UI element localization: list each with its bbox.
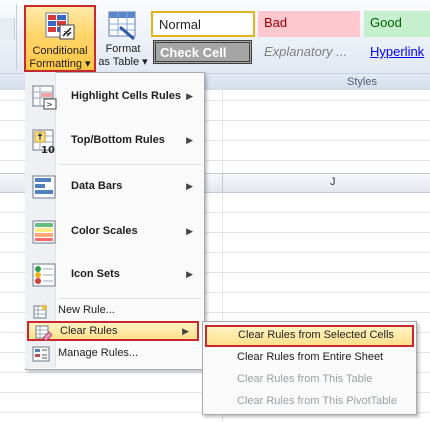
style-explanatory[interactable]: Explanatory ... [258, 40, 360, 66]
chevron-right-icon: ▶ [186, 181, 193, 191]
menu-item-label: New Rule... [58, 304, 115, 316]
chevron-right-icon: ▶ [186, 226, 193, 236]
chevron-right-icon: ▶ [186, 91, 193, 101]
data-bars-icon [31, 174, 57, 200]
chevron-right-icon: ▶ [186, 135, 193, 145]
format-as-table-label: Format as Table ▾ [98, 43, 148, 68]
conditional-formatting-label: Conditional Formatting ▾ [29, 45, 91, 70]
highlight-cells-icon: > [31, 84, 57, 110]
menu-item-clear-rules[interactable]: Clear Rules ▶ [27, 321, 199, 342]
menu-item-color-scales[interactable]: Color Scales ▶ [25, 217, 203, 247]
partial-control[interactable] [0, 18, 15, 40]
menu-item-new-rule[interactable]: New Rule... [25, 301, 203, 321]
submenu-item-clear-selected-cells[interactable]: Clear Rules from Selected Cells [205, 325, 414, 347]
column-divider [222, 174, 223, 192]
submenu-item-label: Clear Rules from This Table [237, 373, 373, 385]
menu-item-manage-rules[interactable]: Manage Rules... [25, 344, 203, 364]
chevron-down-icon: ▾ [142, 56, 148, 68]
menu-divider [59, 164, 201, 165]
submenu-item-clear-this-table: Clear Rules from This Table [203, 369, 416, 391]
color-scales-icon [31, 219, 57, 245]
table-icon [106, 9, 138, 41]
eraser-icon [34, 323, 53, 342]
menu-item-top-bottom-rules[interactable]: 10 Top/Bottom Rules ▶ [25, 126, 203, 156]
svg-text:10: 10 [41, 145, 55, 154]
menu-item-data-bars[interactable]: Data Bars ▶ [25, 172, 203, 202]
format-as-table-button[interactable]: Format as Table ▾ [98, 5, 148, 72]
menu-item-label: Top/Bottom Rules [71, 134, 165, 146]
menu-item-label: Manage Rules... [58, 347, 139, 359]
submenu-item-clear-this-pivottable: Clear Rules from This PivotTable [203, 391, 416, 413]
style-good[interactable]: Good [364, 11, 430, 37]
conditional-formatting-icon: ≠ [44, 11, 76, 43]
style-check-cell[interactable]: Check Cell [153, 40, 252, 64]
svg-text:≠: ≠ [63, 28, 70, 37]
chevron-right-icon: ▶ [182, 326, 189, 336]
style-normal[interactable]: Normal [151, 11, 255, 37]
submenu-item-label: Clear Rules from Selected Cells [238, 329, 394, 341]
conditional-formatting-button[interactable]: ≠ Conditional Formatting ▾ [24, 5, 96, 72]
column-header-j[interactable]: J [330, 176, 336, 188]
menu-divider [59, 298, 201, 299]
menu-item-highlight-cells-rules[interactable]: > Highlight Cells Rules ▶ [25, 82, 203, 112]
top-bottom-icon: 10 [31, 128, 57, 156]
chevron-right-icon: ▶ [186, 269, 193, 279]
menu-item-label: Highlight Cells Rules [71, 90, 182, 102]
new-rule-icon [32, 302, 50, 320]
menu-items: > Highlight Cells Rules ▶ 10 Top/Bottom … [25, 72, 203, 368]
manage-rules-icon [32, 345, 50, 363]
menu-item-label: Data Bars [71, 180, 123, 192]
styles-group-label: Styles [347, 76, 377, 88]
menu-item-label: Icon Sets [71, 268, 120, 280]
icon-sets-icon [31, 262, 57, 288]
menu-item-label: Clear Rules [60, 325, 118, 337]
menu-item-icon-sets[interactable]: Icon Sets ▶ [25, 260, 203, 290]
menu-item-label: Color Scales [71, 225, 138, 237]
submenu-item-clear-entire-sheet[interactable]: Clear Rules from Entire Sheet [203, 347, 416, 369]
separator [16, 4, 17, 70]
submenu-item-label: Clear Rules from This PivotTable [237, 395, 397, 407]
style-hyperlink[interactable]: Hyperlink [364, 40, 430, 66]
submenu-item-label: Clear Rules from Entire Sheet [237, 351, 384, 363]
clear-rules-submenu: Clear Rules from Selected Cells Clear Ru… [202, 321, 417, 415]
svg-text:>: > [46, 100, 53, 109]
chevron-down-icon: ▾ [85, 58, 91, 70]
style-bad[interactable]: Bad [258, 11, 360, 37]
